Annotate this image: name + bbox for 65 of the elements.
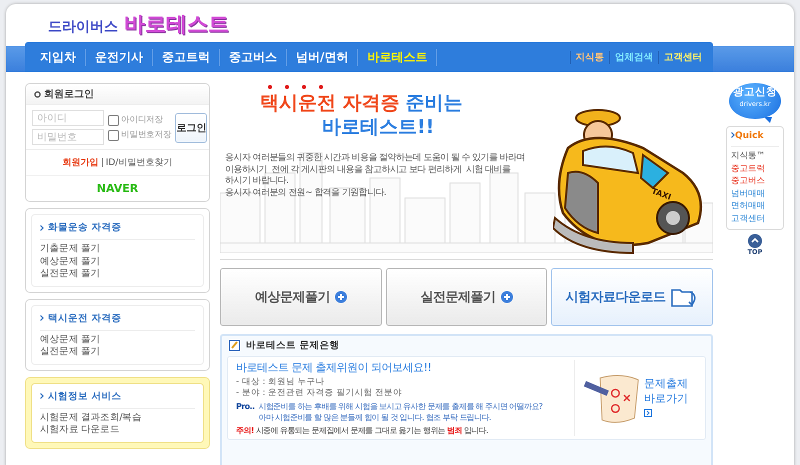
- menu-button[interactable]: 실전문제풀기: [386, 268, 548, 326]
- nav-tab[interactable]: 바로테스트: [358, 48, 438, 66]
- quick-link[interactable]: 지식통™: [731, 150, 779, 162]
- detail-text: - 분야 : 운전관련 자격증 필기시험 전분야: [236, 388, 404, 399]
- banner-headline: 바로테스트!!: [321, 115, 436, 139]
- menu-panel-title: 시험정보 서비스: [48, 390, 122, 402]
- banner-headline: 택시운전 자격증: [260, 91, 400, 115]
- nav-link[interactable]: 고객센터: [658, 50, 707, 64]
- plus-icon: [500, 291, 512, 303]
- checkbox-label: 비밀번호저장: [121, 129, 172, 141]
- nav-tab[interactable]: 지입차: [31, 48, 86, 66]
- banner-headline: 준비는: [406, 91, 463, 115]
- menu-link[interactable]: 실전문제 풀기: [40, 346, 195, 358]
- panel-title: 바로테스트 문제은행: [246, 339, 340, 352]
- menu-link[interactable]: 시험문제 결과조회/복습: [40, 412, 195, 424]
- chevron-icon: [40, 315, 44, 321]
- quick-link[interactable]: 고객센터: [731, 212, 779, 225]
- go-to-question-link[interactable]: 문제출제 바로가기: [644, 376, 697, 420]
- menu-link[interactable]: 기출문제 풀기: [40, 243, 195, 256]
- nav-link[interactable]: 지식통: [570, 50, 609, 64]
- bubble-tail-icon: [764, 117, 772, 123]
- nav-tab[interactable]: 운전기사: [86, 48, 153, 66]
- notice-text: 주의! 시중에 유통되는 문제집에서 문제를 그대로 옮기는 행위는 범죄 입니다.: [236, 425, 489, 436]
- quick-link[interactable]: 넘버매매: [731, 188, 779, 200]
- chevron-icon: [40, 393, 44, 399]
- menu-panel-title: 화물운송 자격증: [48, 221, 122, 234]
- memo-icon: [229, 340, 240, 351]
- menu-link[interactable]: 예상문제 풀기: [40, 256, 195, 268]
- checkbox-label: 아이디저장: [121, 114, 164, 126]
- password-field[interactable]: 비밀번호: [32, 129, 104, 145]
- detail-text: - 대상 : 회원님 누구나: [236, 377, 326, 388]
- find-account-link[interactable]: ID/비밀번호찾기: [106, 156, 172, 169]
- emphasis-dots-icon: [268, 85, 323, 89]
- menu-link[interactable]: 시험자료 다운로드: [40, 424, 195, 436]
- checkbox[interactable]: [108, 130, 119, 140]
- menu-panel-title: 택시운전 자격증: [48, 312, 122, 324]
- chevron-icon: [40, 224, 44, 230]
- pro-label: Pro..: [236, 401, 254, 413]
- plus-icon: [334, 291, 347, 303]
- login-title: 회원로그인: [44, 88, 94, 101]
- naver-login-link[interactable]: NAVER: [96, 182, 138, 195]
- menu-link[interactable]: 실전문제 풀기: [40, 268, 195, 280]
- checkbox[interactable]: [108, 114, 119, 126]
- quick-link[interactable]: 면허매매: [731, 200, 779, 212]
- logo-subtitle: 드라이버스: [48, 18, 118, 36]
- nav-tab[interactable]: 넘버/면허: [287, 48, 358, 66]
- nav-tab[interactable]: 중고트럭: [153, 48, 220, 66]
- quick-title: Quick: [735, 131, 764, 141]
- pro-text: 시험준비를 하는 후배를 위해 시험을 보시고 유사한 문제를 출제를 해 주시면 어떨까요? 아마 시험준비를 할 많은 분들께 힘이 될 것 입니다. 협조 부탁 드립니다.: [258, 401, 542, 423]
- nav-tab[interactable]: 중고버스: [220, 48, 287, 66]
- login-button[interactable]: 로그인: [175, 112, 208, 142]
- quick-link[interactable]: 중고버스: [731, 175, 779, 188]
- signup-link[interactable]: 회원가입: [62, 156, 99, 169]
- banner-text: 응시자 여러분들의 귀중한 시간과 비용을 절약하는데 도움이 될 수 있기를 바라며 이용하시기 전에 각 게시판의 내용을 참고하시고 보다 편리하게 시험 대비를 하시기 바랍니다. 응시자 여러분의 전원~ 합격을 기원합니다.: [224, 152, 526, 199]
- nav-link[interactable]: 업체검색: [609, 50, 658, 64]
- ring-icon: [34, 90, 41, 98]
- arrow-box-icon: [644, 409, 652, 418]
- menu-button[interactable]: 예상문제풀기: [220, 268, 382, 326]
- menu-link[interactable]: 예상문제 풀기: [40, 334, 195, 346]
- bank-heading: 바로테스트 문제 출제위원이 되어보세요!!: [236, 360, 432, 375]
- menu-button[interactable]: 시험자료다운로드: [551, 268, 714, 326]
- quick-link[interactable]: 중고트럭: [731, 162, 779, 175]
- id-field[interactable]: 아이디: [32, 110, 104, 126]
- logo-title[interactable]: 바로테스트: [124, 10, 229, 38]
- chevron-icon: [731, 132, 735, 138]
